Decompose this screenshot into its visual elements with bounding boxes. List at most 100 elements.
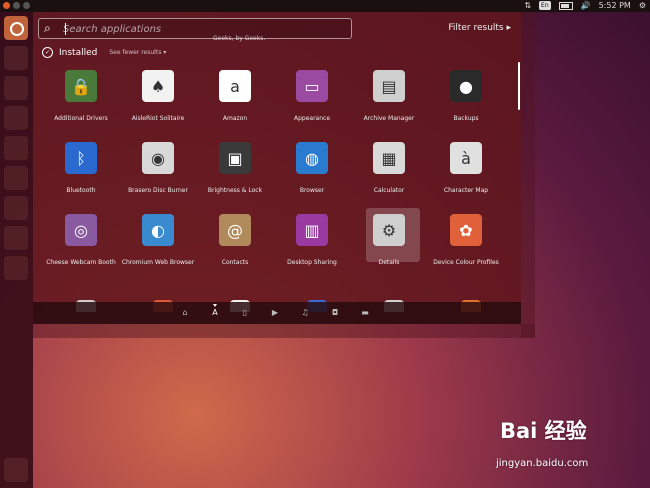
launcher-item[interactable] — [4, 76, 28, 100]
top-panel: ⇅ En 🔊 5:52 PM ⚙ — [0, 0, 650, 12]
globe-icon: ◍ — [296, 142, 328, 174]
category-title: Installed — [59, 47, 98, 58]
app-label: Backups — [453, 115, 479, 122]
charmap-icon: à — [450, 142, 482, 174]
app-label: Brasero Disc Burner — [128, 187, 188, 194]
search-icon: ⌕ — [44, 21, 51, 35]
app-label: Cheese Webcam Booth — [46, 259, 116, 266]
app-tile[interactable]: @ Contacts — [195, 214, 275, 284]
gear-icon: ⚙ — [373, 214, 405, 246]
safe-icon: ● — [450, 70, 482, 102]
app-label: Chromium Web Browser — [121, 259, 195, 266]
photos-lens-icon[interactable]: ◘ — [330, 308, 340, 318]
disc-icon: ◉ — [142, 142, 174, 174]
search-input[interactable] — [61, 20, 345, 38]
monitor-icon: ▭ — [296, 70, 328, 102]
app-label: Calculator — [373, 187, 405, 194]
battery-icon[interactable] — [558, 1, 573, 10]
app-tile[interactable]: ◐ Chromium Web Browser — [118, 214, 198, 284]
archive-icon: ▤ — [373, 70, 405, 102]
app-label: Amazon — [222, 115, 248, 122]
app-label: Bluetooth — [66, 187, 96, 194]
app-label: Additional Drivers — [54, 115, 108, 122]
dash-window: ⌕ Filter results ▸ Geeks, by Geeks. ✓ In… — [33, 12, 521, 324]
app-tile[interactable]: ▭ Appearance — [272, 70, 352, 140]
app-label: Character Map — [443, 187, 489, 194]
cards-icon: ♠ — [142, 70, 174, 102]
color-flower-icon: ✿ — [450, 214, 482, 246]
app-tile[interactable]: à Character Map — [426, 142, 506, 212]
app-label: Desktop Sharing — [287, 259, 337, 266]
close-window-button[interactable] — [3, 2, 10, 9]
app-tile[interactable]: ◎ Cheese Webcam Booth — [41, 214, 121, 284]
app-tile[interactable]: ♠ AisleRiot Solitaire — [118, 70, 198, 140]
app-label: Device Colour Profiles — [433, 259, 499, 266]
app-label: Brightness & Lock — [207, 187, 263, 194]
lens-bar: ⌂ A ▯ ▶ ♫ ◘ ▬ — [33, 302, 521, 324]
check-icon: ✓ — [42, 47, 53, 58]
settings-gear-icon[interactable]: ⚙ — [639, 1, 646, 10]
app-tile[interactable]: ▦ Calculator — [349, 142, 429, 212]
indicator-area: ⇅ En 🔊 5:52 PM ⚙ — [524, 1, 646, 10]
bluetooth-icon: ᛒ — [65, 142, 97, 174]
app-tile[interactable]: ✿ Device Colour Profiles — [426, 214, 506, 284]
video-lens-icon[interactable]: ▶ — [270, 308, 280, 318]
calculator-icon: ▦ — [373, 142, 405, 174]
category-header: ✓ Installed See fewer results ▾ — [42, 47, 166, 58]
tooltip-text: Geeks, by Geeks. — [213, 35, 266, 42]
launcher-item[interactable] — [4, 226, 28, 250]
see-fewer-results-button[interactable]: See fewer results ▾ — [109, 49, 166, 56]
minimize-window-button[interactable] — [13, 2, 20, 9]
app-label: Details — [378, 259, 400, 266]
network-icon[interactable]: ⇅ — [524, 1, 531, 10]
applications-lens-icon[interactable]: A — [210, 304, 220, 318]
launcher-item[interactable] — [4, 106, 28, 130]
trash-button[interactable] — [4, 458, 28, 482]
app-tile[interactable]: ⚙ Details — [349, 208, 429, 284]
app-label: Contacts — [221, 259, 249, 266]
filter-results-button[interactable]: Filter results ▸ — [448, 23, 511, 33]
launcher-item[interactable] — [4, 256, 28, 280]
music-lens-icon[interactable]: ♫ — [300, 308, 310, 318]
app-label: Appearance — [293, 115, 331, 122]
launcher-item[interactable] — [4, 136, 28, 160]
app-label: Browser — [299, 187, 325, 194]
launcher-item[interactable] — [4, 196, 28, 220]
maximize-window-button[interactable] — [23, 2, 30, 9]
clock[interactable]: 5:52 PM — [599, 1, 631, 10]
chip-lock-icon: 🔒 — [65, 70, 97, 102]
dash-home-button[interactable] — [4, 16, 28, 40]
contacts-icon: @ — [219, 214, 251, 246]
keyboard-layout-indicator[interactable]: En — [539, 1, 551, 10]
chromium-icon: ◐ — [142, 214, 174, 246]
app-tile[interactable]: ▥ Desktop Sharing — [272, 214, 352, 284]
app-tile[interactable]: ◍ Browser — [272, 142, 352, 212]
app-tile[interactable]: ▤ Archive Manager — [349, 70, 429, 140]
watermark-brand: Bai 经验 — [500, 419, 587, 443]
desktop-share-icon: ▥ — [296, 214, 328, 246]
files-lens-icon[interactable]: ▯ — [240, 308, 250, 318]
launcher-item[interactable] — [4, 166, 28, 190]
app-tile[interactable]: ● Backups — [426, 70, 506, 140]
app-label: Archive Manager — [363, 115, 415, 122]
watermark-url: jingyan.baidu.com — [496, 458, 589, 469]
app-tile[interactable]: 🔒 Additional Drivers — [41, 70, 121, 140]
webcam-icon: ◎ — [65, 214, 97, 246]
launcher — [0, 12, 33, 488]
social-lens-icon[interactable]: ▬ — [360, 308, 370, 318]
app-tile[interactable]: ◉ Brasero Disc Burner — [118, 142, 198, 212]
app-tile[interactable]: ▣ Brightness & Lock — [195, 142, 275, 212]
app-grid: 🔒 Additional Drivers ♠ AisleRiot Solitaire a… — [41, 70, 515, 302]
app-tile[interactable]: a Amazon — [195, 70, 275, 140]
monitor-lock-icon: ▣ — [219, 142, 251, 174]
launcher-item[interactable] — [4, 46, 28, 70]
home-lens-icon[interactable]: ⌂ — [180, 308, 190, 318]
app-tile[interactable]: ᛒ Bluetooth — [41, 142, 121, 212]
dash-edge — [33, 324, 535, 338]
volume-icon[interactable]: 🔊 — [581, 1, 591, 10]
scrollbar[interactable] — [518, 62, 520, 110]
search-box[interactable]: ⌕ — [38, 18, 352, 39]
dash-edge — [521, 12, 535, 338]
app-label: AisleRiot Solitaire — [131, 115, 185, 122]
amazon-icon: a — [219, 70, 251, 102]
